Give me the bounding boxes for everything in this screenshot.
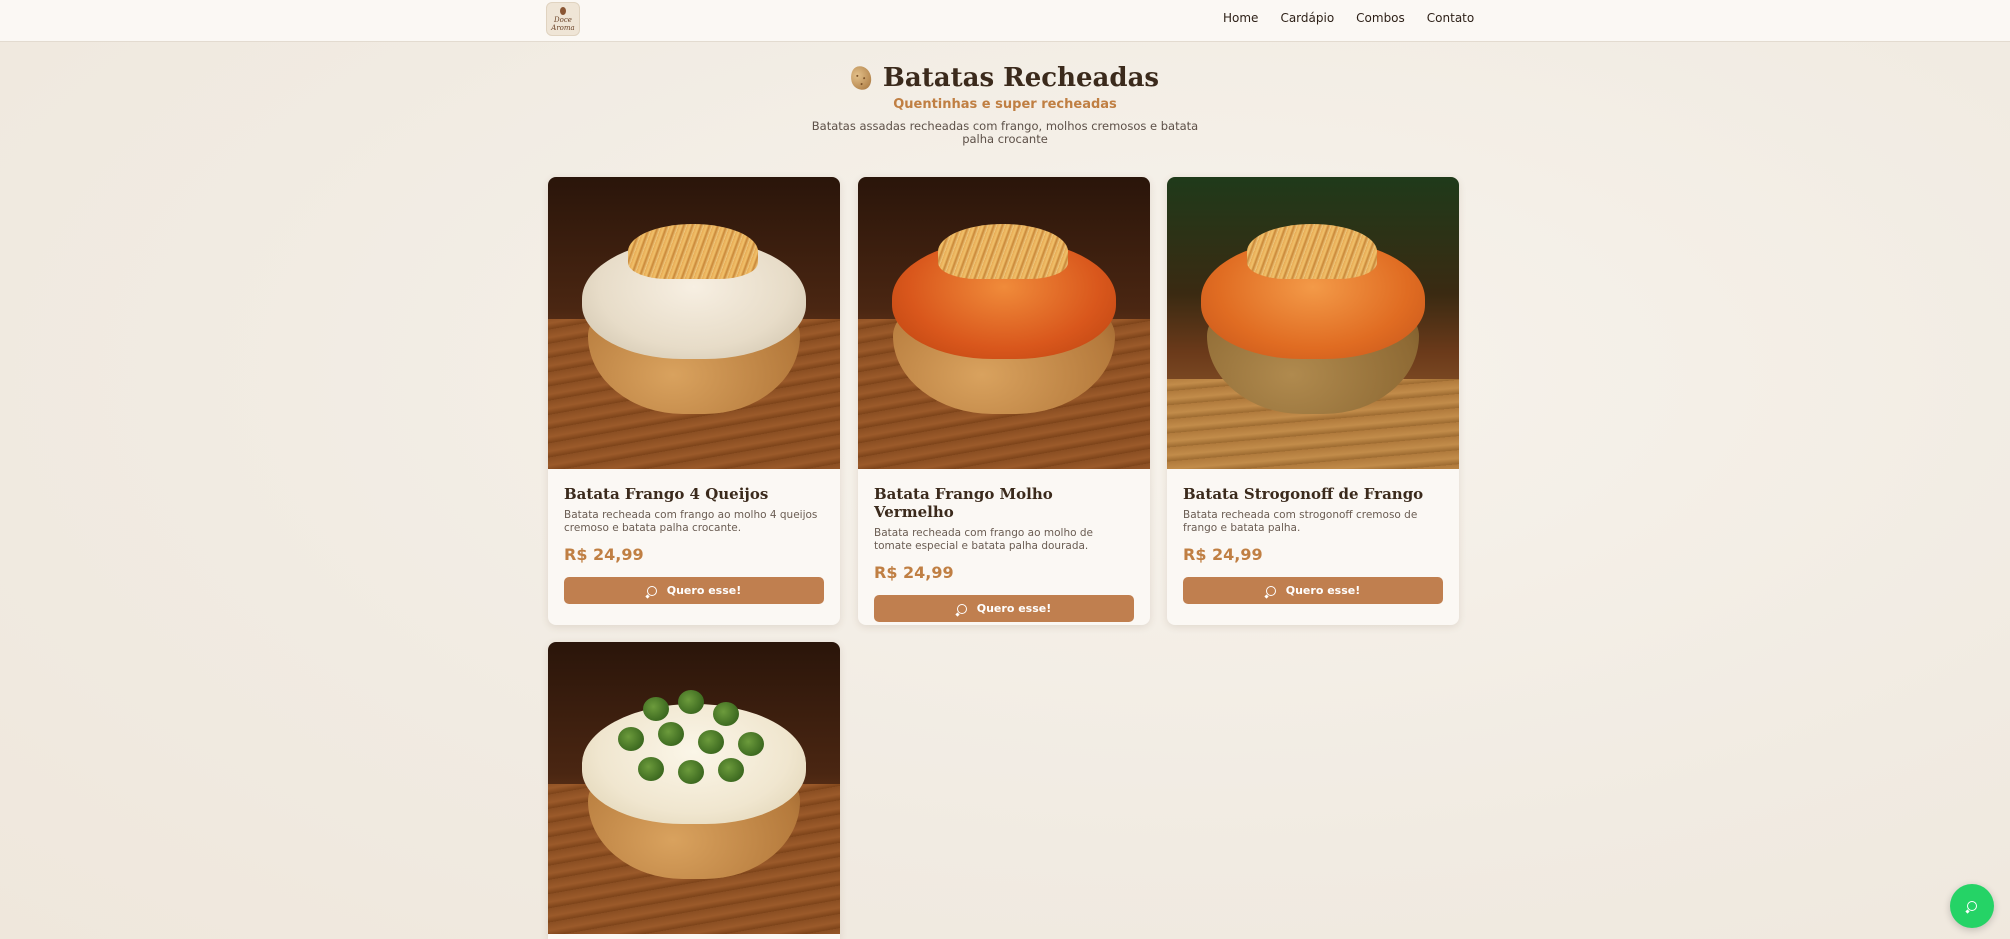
product-name: Batata Strogonoff de Frango [1183, 485, 1424, 503]
chat-bubble-icon [646, 585, 657, 596]
product-description: Batata recheada com frango ao molho de t… [874, 527, 1093, 552]
top-navbar: Doce Aroma Home Cardápio Combos Contato [0, 0, 2010, 42]
section-header: Batatas Recheadas Quentinhas e super rec… [0, 62, 2010, 146]
order-button[interactable]: Quero esse! [1183, 577, 1443, 604]
title-row: Batatas Recheadas [0, 62, 2010, 94]
product-image [548, 642, 840, 934]
nav-link-home[interactable]: Home [1223, 11, 1258, 25]
nav-link-cardapio[interactable]: Cardápio [1280, 11, 1334, 25]
logo-text: Doce Aroma [551, 15, 575, 32]
whatsapp-icon [1967, 901, 1977, 911]
logo-drop-icon [560, 6, 566, 15]
order-button[interactable]: Quero esse! [564, 577, 824, 604]
product-image [548, 177, 840, 469]
product-image [858, 177, 1150, 469]
product-name: Batata Frango 4 Queijos [564, 485, 769, 503]
brand-logo[interactable]: Doce Aroma [546, 2, 580, 36]
product-name: Batata Frango Molho Vermelho [874, 485, 1053, 521]
order-button-label: Quero esse! [666, 584, 742, 597]
product-description: Batata recheada com frango ao molho 4 qu… [564, 509, 818, 534]
chat-bubble-icon [956, 603, 967, 614]
chat-bubble-icon [1265, 585, 1276, 596]
nav-links: Home Cardápio Combos Contato [1223, 11, 1474, 25]
product-card [548, 642, 840, 939]
product-image [1167, 177, 1459, 469]
page-title: Batatas Recheadas [882, 63, 1160, 93]
page-subtitle: Quentinhas e super recheadas [893, 97, 1117, 112]
nav-link-contato[interactable]: Contato [1427, 11, 1474, 25]
order-button-label: Quero esse! [1285, 584, 1361, 597]
product-card: Batata Frango Molho Vermelho Batata rech… [858, 177, 1150, 625]
product-description: Batata recheada com strogonoff cremoso d… [1183, 509, 1418, 534]
nav-link-combos[interactable]: Combos [1356, 11, 1405, 25]
product-card: Batata Strogonoff de Frango Batata reche… [1167, 177, 1459, 625]
product-price: R$ 24,99 [1183, 545, 1263, 564]
whatsapp-chat-button[interactable] [1950, 884, 1994, 928]
page-description: Batatas assadas recheadas com frango, mo… [811, 119, 1199, 146]
potato-icon [848, 63, 874, 93]
product-price: R$ 24,99 [564, 545, 644, 564]
order-button[interactable]: Quero esse! [874, 595, 1134, 622]
product-price: R$ 24,99 [874, 563, 954, 582]
order-button-label: Quero esse! [976, 602, 1052, 615]
product-card: Batata Frango 4 Queijos Batata recheada … [548, 177, 840, 625]
